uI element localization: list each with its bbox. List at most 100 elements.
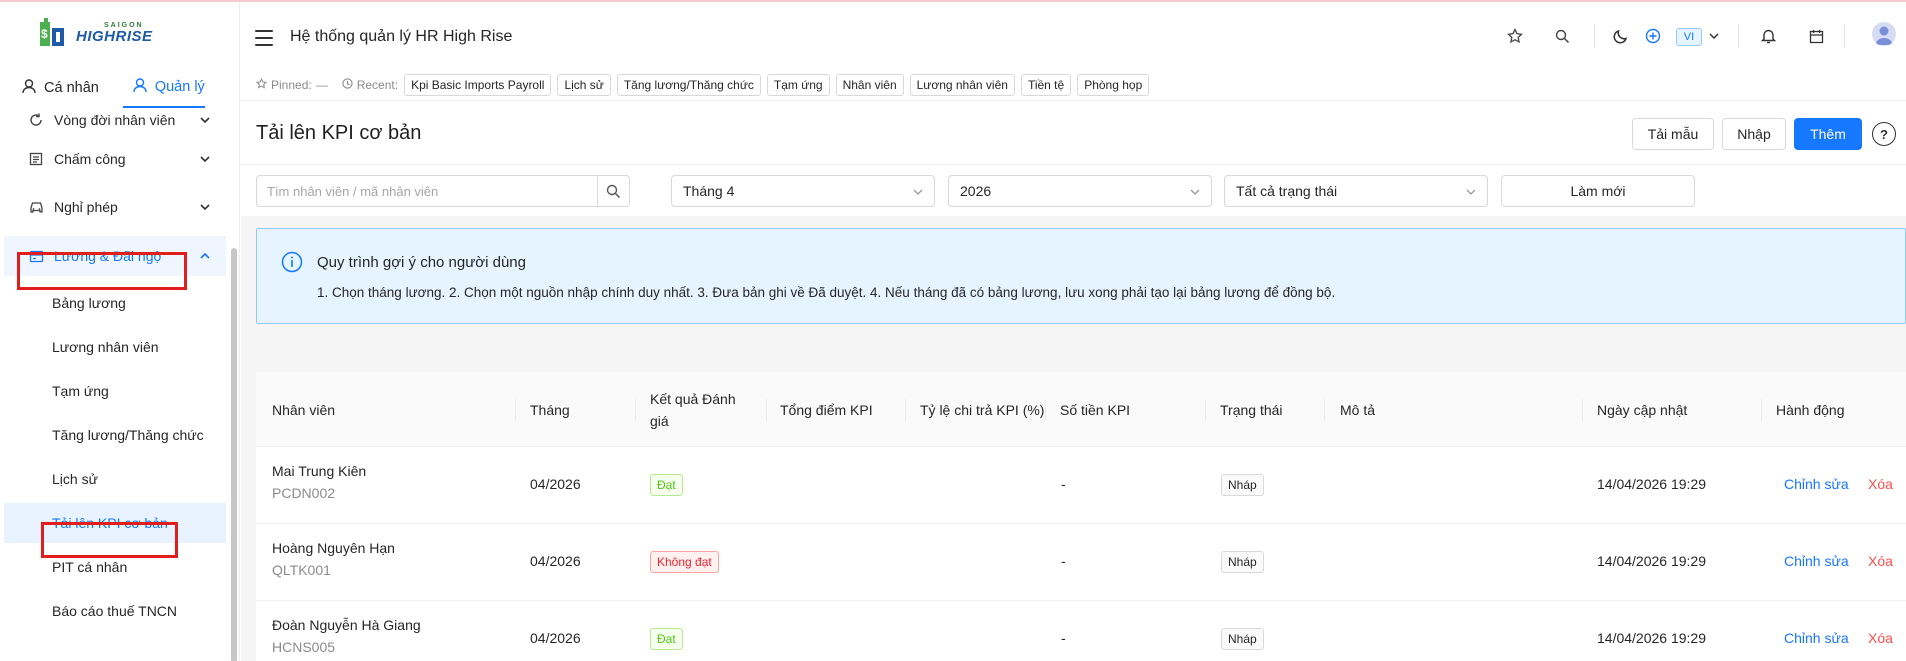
row-month: 04/2026 [530, 476, 581, 492]
year-select[interactable]: 2026 [948, 175, 1212, 207]
add-button[interactable]: Thêm [1794, 118, 1862, 150]
edit-link[interactable]: Chỉnh sửa [1784, 630, 1849, 646]
edit-link[interactable]: Chỉnh sửa [1784, 476, 1849, 492]
column-header: Tỷ lệ chi trả KPI (%) [920, 401, 1045, 418]
pinned-section: Pinned: — [255, 77, 328, 92]
recent-chip[interactable]: Tiền tệ [1020, 74, 1072, 96]
sidebar-subitem-label: Tạm ứng [52, 383, 109, 399]
sidebar-scrollbar[interactable] [231, 248, 237, 661]
calendar-icon[interactable] [1806, 26, 1826, 46]
sidebar-subitem-advance[interactable]: Tạm ứng [4, 371, 226, 411]
column-divider [766, 399, 767, 421]
help-icon[interactable]: ? [1872, 122, 1896, 146]
employee-name: Đoàn Nguyễn Hà Giang [272, 617, 421, 633]
chevron-down-icon [1466, 189, 1476, 195]
logo-mark-icon: $ [38, 18, 70, 48]
chevron-up-icon [200, 252, 210, 259]
table-row: Hoàng Nguyên Hạn QLTK001 04/2026 Không đ… [256, 524, 1906, 601]
language-badge[interactable]: VI [1676, 28, 1702, 46]
chevron-down-icon [1190, 189, 1200, 195]
edit-link[interactable]: Chỉnh sửa [1784, 553, 1849, 569]
sidebar-subitem-employee-salary[interactable]: Lương nhân viên [4, 327, 226, 367]
column-header: Hành động [1776, 401, 1845, 418]
status-badge: Nháp [1221, 474, 1264, 496]
delete-link[interactable]: Xóa [1868, 553, 1893, 569]
status-badge: Nháp [1221, 551, 1264, 573]
plus-circle-icon[interactable] [1643, 26, 1663, 46]
recent-chip[interactable]: Nhân viên [835, 74, 904, 96]
recent-chip[interactable]: Kpi Basic Imports Payroll [404, 74, 552, 96]
sidebar-item-employee-lifecycle[interactable]: Vòng đời nhân viên [4, 100, 226, 140]
column-divider [1205, 399, 1206, 421]
header-divider [1738, 24, 1739, 48]
pinned-label: Pinned: [271, 78, 312, 92]
recent-chip[interactable]: Lương nhân viên [909, 74, 1015, 96]
sidebar-subitem-pit-report[interactable]: Báo cáo thuế TNCN [4, 591, 226, 631]
sidebar-subitem-label: Tải lên KPI cơ bản [52, 515, 168, 531]
recent-chip[interactable]: Tạm ứng [766, 74, 830, 96]
employee-code: PCDN002 [272, 485, 336, 501]
search-icon[interactable] [1552, 26, 1572, 46]
column-header: Kết quả Đánh giá [650, 390, 736, 429]
recent-chip[interactable]: Tăng lương/Thăng chức [616, 74, 761, 96]
page-title: Tải lên KPI cơ bản [256, 122, 422, 144]
user-icon [22, 78, 36, 98]
status-select[interactable]: Tất cả trạng thái [1224, 175, 1488, 207]
search-button[interactable] [597, 176, 629, 206]
employee-code: HCNS005 [272, 639, 336, 655]
sidebar-item-payroll-benefits[interactable]: Lương & Đãi ngộ [4, 236, 226, 276]
search-icon [606, 184, 621, 198]
refresh-button[interactable]: Làm mới [1501, 175, 1695, 207]
sidebar-subitem-label: Bảng lương [52, 295, 126, 311]
kpi-amount: - [1061, 630, 1066, 646]
sidebar-subitem-label: Báo cáo thuế TNCN [52, 603, 178, 619]
sidebar-item-leave[interactable]: Nghỉ phép [4, 187, 226, 227]
column-header: Ngày cập nhật [1597, 401, 1688, 418]
info-description: 1. Chọn tháng lương. 2. Chọn một nguồn n… [317, 285, 1336, 300]
filter-bar: Tháng 4 2026 Tất cả trạng thái Làm mới [241, 166, 1906, 216]
sidebar-subitem-label: Lương nhân viên [52, 339, 159, 355]
app-title: Hệ thống quản lý HR High Rise [290, 28, 513, 45]
month-select[interactable]: Tháng 4 [671, 175, 935, 207]
moon-icon[interactable] [1611, 26, 1631, 46]
recent-chip[interactable]: Lịch sử [557, 74, 611, 96]
recent-chip[interactable]: Phòng họp [1077, 74, 1150, 96]
column-header: Mô tả [1340, 401, 1376, 418]
sidebar: $ SAIGON HIGHRISE Cá nhân Quản lý Vòng đ… [0, 2, 240, 661]
sidebar-item-attendance[interactable]: Chấm công [4, 139, 226, 179]
search-input[interactable] [257, 176, 597, 206]
recent-section: Recent: [342, 78, 398, 92]
chevron-down-icon[interactable] [1704, 26, 1724, 46]
bell-icon[interactable] [1758, 26, 1778, 46]
delete-link[interactable]: Xóa [1868, 630, 1893, 646]
table-row: Mai Trung Kiên PCDN002 04/2026 Đạt - Nhá… [256, 447, 1906, 524]
status-select-value: Tất cả trạng thái [1236, 183, 1338, 199]
month-select-value: Tháng 4 [683, 183, 735, 199]
status-badge: Nháp [1221, 628, 1264, 650]
menu-toggle-icon[interactable] [255, 30, 273, 46]
logo[interactable]: $ SAIGON HIGHRISE [38, 16, 168, 50]
sidebar-subitem-label: Tăng lương/Thăng chức [52, 427, 204, 443]
clock-icon [342, 78, 353, 92]
sidebar-subitem-raise-promotion[interactable]: Tăng lương/Thăng chức [4, 415, 226, 455]
sidebar-subitem-history[interactable]: Lịch sử [4, 459, 226, 499]
star-icon[interactable] [1505, 26, 1525, 46]
table-header: Nhân viên Tháng Kết quả Đánh giá Tổng đi… [256, 372, 1906, 447]
table-row: Đoàn Nguyễn Hà Giang HCNS005 04/2026 Đạt… [256, 601, 1906, 661]
sidebar-subitem-label: Lịch sử [52, 471, 98, 487]
sidebar-subitem-payroll[interactable]: Bảng lương [4, 283, 226, 323]
avatar[interactable] [1872, 22, 1896, 46]
cycle-icon [28, 112, 44, 128]
pinned-value: — [315, 78, 328, 92]
column-header: Trạng thái [1220, 401, 1283, 418]
info-title: Quy trình gợi ý cho người dùng [317, 254, 526, 271]
sidebar-subitem-kpi-upload[interactable]: Tải lên KPI cơ bản [4, 503, 226, 543]
chevron-down-icon [200, 204, 210, 211]
chevron-down-icon [200, 117, 210, 124]
recent-bar: Pinned: — Recent: Kpi Basic Imports Payr… [241, 70, 1906, 100]
import-button[interactable]: Nhập [1722, 118, 1786, 150]
download-template-button[interactable]: Tải mẫu [1632, 118, 1714, 150]
delete-link[interactable]: Xóa [1868, 476, 1893, 492]
sidebar-subitem-personal-pit[interactable]: PIT cá nhân [4, 547, 226, 587]
main-content: Quy trình gợi ý cho người dùng 1. Chọn t… [241, 216, 1906, 661]
